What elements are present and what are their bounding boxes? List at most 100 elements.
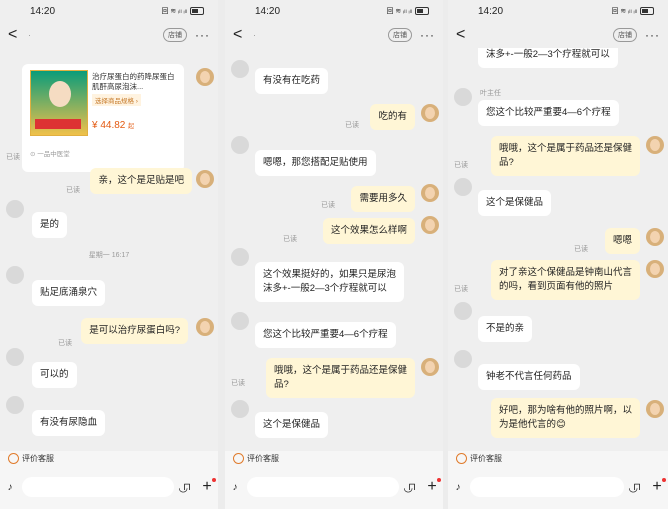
message-bubble-other: 嗯嗯，那您搭配足贴使用 <box>255 150 376 176</box>
message-bubble-mine: 对了亲这个保健品是钟南山代言 的吗，看到页面有他的照片 <box>490 260 640 300</box>
product-shop-name: ⊙ 一品中医堂 <box>30 151 70 158</box>
avatar[interactable] <box>196 318 214 336</box>
input-row: ♪ ◡ ⊓ + <box>452 473 666 501</box>
message-input[interactable] <box>470 477 624 497</box>
status-icons: 回 ≋ ᵢₗₗ ᵢₗₗ <box>161 6 204 16</box>
status-icons: 回 ≋ ᵢₗₗ ᵢₗₗ <box>611 6 654 16</box>
battery-icon <box>640 7 654 15</box>
bottom-bar: 评价客服 ♪ ◡ ⊓ + <box>225 451 443 509</box>
avatar[interactable] <box>231 312 249 330</box>
avatar[interactable] <box>6 266 24 284</box>
chat-screen-3: 14:20 回 ≋ ᵢₗₗ ᵢₗₗ < 店铺 ··· 沫多+-一般2—3个疗程就… <box>448 0 668 509</box>
emoji-icon[interactable]: ◡ <box>628 481 638 494</box>
back-button[interactable]: < <box>8 26 22 44</box>
product-card[interactable]: 治疗尿蛋白的药降尿蛋白肌酐高尿泡沫... 选择商品规格 › ¥ 44.82 起 … <box>22 64 184 172</box>
voice-icon[interactable]: ♪ <box>452 482 464 493</box>
chat-title: · <box>253 30 256 40</box>
voice-icon[interactable]: ♪ <box>229 482 241 493</box>
emoji-icon[interactable]: ◡ <box>178 481 188 494</box>
three-chat-screenshots: 14:20 回 ≋ ᵢₗₗ ᵢₗₗ < · 店铺 ··· 治疗尿蛋白的药降尿蛋白… <box>0 0 668 509</box>
smiley-icon <box>456 453 467 464</box>
read-label: 已读 <box>66 187 80 194</box>
read-label: 已读 <box>454 286 468 293</box>
message-bubble-other: 您这个比较严重要4—6个疗程 <box>255 322 396 348</box>
rate-service-button[interactable]: 评价客服 <box>8 453 54 464</box>
message-list[interactable]: 治疗尿蛋白的药降尿蛋白肌酐高尿泡沫... 选择商品规格 › ¥ 44.82 起 … <box>0 48 218 451</box>
chat-screen-2: 14:20 回 ≋ ᵢₗₗ ᵢₗₗ < · 店铺 ··· 有没有在吃药 已读 吃… <box>225 0 443 509</box>
status-time: 14:20 <box>30 5 56 17</box>
message-bubble-other: 是的 <box>32 212 68 238</box>
more-button[interactable]: ··· <box>195 28 210 42</box>
store-button[interactable]: 店铺 <box>388 28 412 42</box>
more-button[interactable]: ··· <box>645 28 660 42</box>
message-list[interactable]: 有没有在吃药 已读 吃的有 嗯嗯，那您搭配足贴使用 已读 需要用多久 已读 这个… <box>225 48 443 451</box>
avatar[interactable] <box>231 400 249 418</box>
rate-service-button[interactable]: 评价客服 <box>456 453 502 464</box>
message-bubble-mine: 吃的有 <box>370 104 415 130</box>
message-bubble-other: 不是的亲 <box>478 316 533 342</box>
chat-header: < 店铺 ··· <box>448 22 668 48</box>
avatar[interactable] <box>646 260 664 278</box>
status-bar: 14:20 回 ≋ ᵢₗₗ ᵢₗₗ <box>448 0 668 22</box>
avatar[interactable] <box>6 348 24 366</box>
avatar[interactable] <box>454 88 472 106</box>
notification-dot <box>662 478 666 482</box>
status-bar: 14:20 回 ≋ ᵢₗₗ ᵢₗₗ <box>0 0 218 22</box>
avatar[interactable] <box>454 302 472 320</box>
timestamp: 星期一 16:17 <box>88 252 130 259</box>
avatar[interactable] <box>454 178 472 196</box>
message-bubble-mine: 嗯嗯 <box>604 228 640 254</box>
status-bar: 14:20 回 ≋ ᵢₗₗ ᵢₗₗ <box>225 0 443 22</box>
avatar[interactable] <box>454 350 472 368</box>
message-bubble-other: 这个是保健品 <box>478 190 552 216</box>
back-button[interactable]: < <box>456 26 470 44</box>
avatar[interactable] <box>231 136 249 154</box>
avatar[interactable] <box>646 228 664 246</box>
message-bubble-mine: 是可以治疗尿蛋白吗? <box>81 318 188 344</box>
message-input[interactable] <box>22 477 174 497</box>
avatar[interactable] <box>196 68 214 86</box>
status-icons: 回 ≋ ᵢₗₗ ᵢₗₗ <box>386 6 429 16</box>
avatar[interactable] <box>231 248 249 266</box>
message-bubble-other: 有没有尿隐血 <box>32 410 106 436</box>
store-button[interactable]: 店铺 <box>163 28 187 42</box>
back-button[interactable]: < <box>233 26 247 44</box>
plus-icon[interactable]: + <box>425 478 441 496</box>
avatar[interactable] <box>231 60 249 78</box>
read-label: 已读 <box>58 340 72 347</box>
input-row: ♪ ◡ ⊓ + <box>229 473 441 501</box>
product-spec-link[interactable]: 选择商品规格 › <box>92 94 141 106</box>
avatar[interactable] <box>6 200 24 218</box>
rate-service-button[interactable]: 评价客服 <box>233 453 279 464</box>
store-button[interactable]: 店铺 <box>613 28 637 42</box>
avatar[interactable] <box>646 400 664 418</box>
avatar[interactable] <box>421 104 439 122</box>
chat-header: < · 店铺 ··· <box>225 22 443 48</box>
avatar[interactable] <box>646 136 664 154</box>
avatar[interactable] <box>421 358 439 376</box>
product-image <box>30 70 88 136</box>
read-label: 已读 <box>454 162 468 169</box>
product-title: 治疗尿蛋白的药降尿蛋白肌酐高尿泡沫... <box>92 72 175 91</box>
message-bubble-other: 沫多+-一般2—3个疗程就可以 <box>478 48 618 68</box>
plus-icon[interactable]: + <box>200 478 216 496</box>
more-button[interactable]: ··· <box>420 28 435 42</box>
avatar[interactable] <box>6 396 24 414</box>
avatar[interactable] <box>421 216 439 234</box>
message-bubble-mine: 哦哦，这个是属于药品还是保健 品? <box>265 358 415 398</box>
product-price: ¥ 44.82 起 <box>92 120 135 131</box>
voice-icon[interactable]: ♪ <box>4 482 16 493</box>
message-list[interactable]: 沫多+-一般2—3个疗程就可以 叶主任 您这个比较严重要4—6个疗程 已读 哦哦… <box>448 48 668 451</box>
avatar[interactable] <box>196 170 214 188</box>
message-input[interactable] <box>247 477 399 497</box>
emoji-icon[interactable]: ◡ <box>403 481 413 494</box>
avatar[interactable] <box>421 184 439 202</box>
status-time: 14:20 <box>255 5 281 17</box>
smiley-icon <box>8 453 19 464</box>
input-row: ♪ ◡ ⊓ + <box>4 473 216 501</box>
read-label: 已读 <box>6 154 20 161</box>
read-label: 已读 <box>321 202 335 209</box>
plus-icon[interactable]: + <box>650 478 666 496</box>
bottom-bar: 评价客服 ♪ ◡ ⊓ + <box>448 451 668 509</box>
read-label: 已读 <box>231 380 245 387</box>
